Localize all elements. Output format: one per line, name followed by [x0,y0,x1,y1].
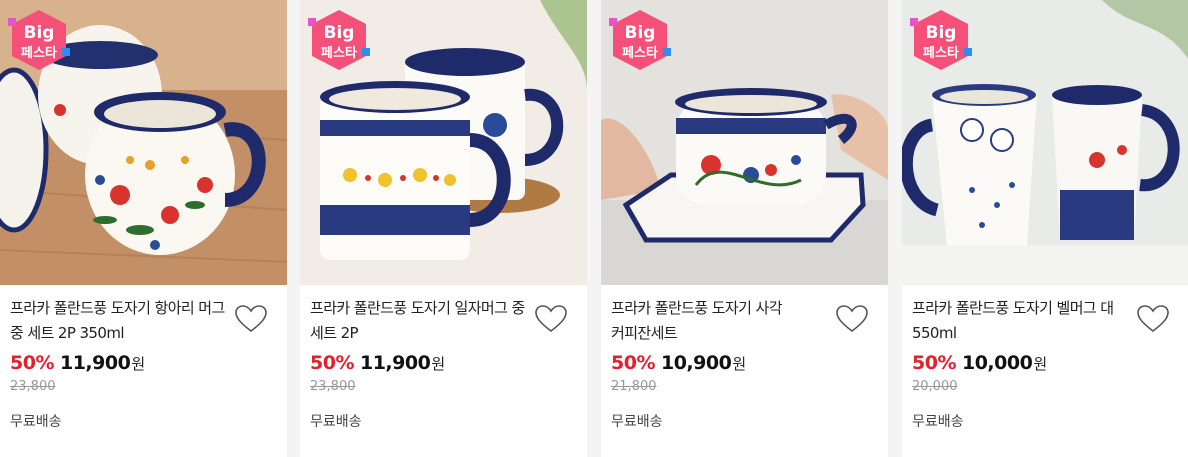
price-row: 50% 10,900 원 [611,352,878,378]
wishlist-heart-icon[interactable] [1137,304,1169,334]
currency-unit: 원 [732,355,747,373]
product-card[interactable]: Big 페스타 프라카 폴란드풍 도자기 일자머그 중 세트 2P 50% 11… [300,0,587,457]
big-festa-badge: Big 페스타 [8,8,70,72]
badge-line1: Big [24,23,55,43]
badge-line2: 페스타 [622,45,658,61]
original-price: 20,000 [912,379,958,394]
currency-unit: 원 [1033,355,1048,373]
original-price: 23,800 [310,379,356,394]
product-info: 프라카 폴란드풍 도자기 사각 커피잔세트 50% 10,900 원 21,80… [611,296,878,431]
product-image[interactable]: Big 페스타 [300,0,587,285]
product-image[interactable]: Big 페스타 [601,0,888,285]
currency-unit: 원 [131,355,146,373]
discount-rate: 50% [310,352,354,374]
currency-unit: 원 [431,355,446,373]
product-grid: Big 페스타 프라카 폴란드풍 도자기 항아리 머그 중 세트 2P 350m… [0,0,1188,457]
discount-rate: 50% [611,352,655,374]
big-festa-badge: Big 페스타 [308,8,370,72]
product-card[interactable]: Big 페스타 프라카 폴란드풍 도자기 항아리 머그 중 세트 2P 350m… [0,0,287,457]
wishlist-heart-icon[interactable] [535,304,567,334]
sale-price: 11,900 [359,352,431,374]
discount-rate: 50% [10,352,54,374]
product-title[interactable]: 프라카 폴란드풍 도자기 사각 커피잔세트 [611,296,829,346]
badge-line1: Big [324,23,355,43]
wishlist-heart-icon[interactable] [836,304,868,334]
big-festa-badge: Big 페스타 [609,8,671,72]
product-title[interactable]: 프라카 폴란드풍 도자기 벨머그 대 550ml [912,296,1130,346]
badge-line1: Big [625,23,656,43]
price-row: 50% 10,000 원 [912,352,1179,378]
price-row: 50% 11,900 원 [310,352,577,378]
badge-line2: 페스타 [21,45,57,61]
big-festa-badge: Big 페스타 [910,8,972,72]
product-image[interactable]: Big 페스타 [0,0,287,285]
product-image[interactable]: Big 페스타 [902,0,1188,285]
shipping-info: 무료배송 [310,414,362,430]
shipping-info: 무료배송 [10,414,62,430]
original-price: 23,800 [10,379,56,394]
product-card[interactable]: Big 페스타 프라카 폴란드풍 도자기 사각 커피잔세트 50% 10,900… [601,0,888,457]
sale-price: 11,900 [59,352,131,374]
sale-price: 10,000 [961,352,1033,374]
product-title[interactable]: 프라카 폴란드풍 도자기 항아리 머그 중 세트 2P 350ml [10,296,228,346]
discount-rate: 50% [912,352,956,374]
price-row: 50% 11,900 원 [10,352,277,378]
product-title[interactable]: 프라카 폴란드풍 도자기 일자머그 중 세트 2P [310,296,528,346]
product-card[interactable]: Big 페스타 프라카 폴란드풍 도자기 벨머그 대 550ml 50% 10,… [902,0,1188,457]
badge-line2: 페스타 [321,45,357,61]
original-price: 21,800 [611,379,657,394]
product-info: 프라카 폴란드풍 도자기 항아리 머그 중 세트 2P 350ml 50% 11… [10,296,277,431]
sale-price: 10,900 [660,352,732,374]
product-info: 프라카 폴란드풍 도자기 벨머그 대 550ml 50% 10,000 원 20… [912,296,1179,431]
product-info: 프라카 폴란드풍 도자기 일자머그 중 세트 2P 50% 11,900 원 2… [310,296,577,431]
shipping-info: 무료배송 [611,414,663,430]
badge-line2: 페스타 [923,45,959,61]
badge-line1: Big [926,23,957,43]
shipping-info: 무료배송 [912,414,964,430]
wishlist-heart-icon[interactable] [235,304,267,334]
